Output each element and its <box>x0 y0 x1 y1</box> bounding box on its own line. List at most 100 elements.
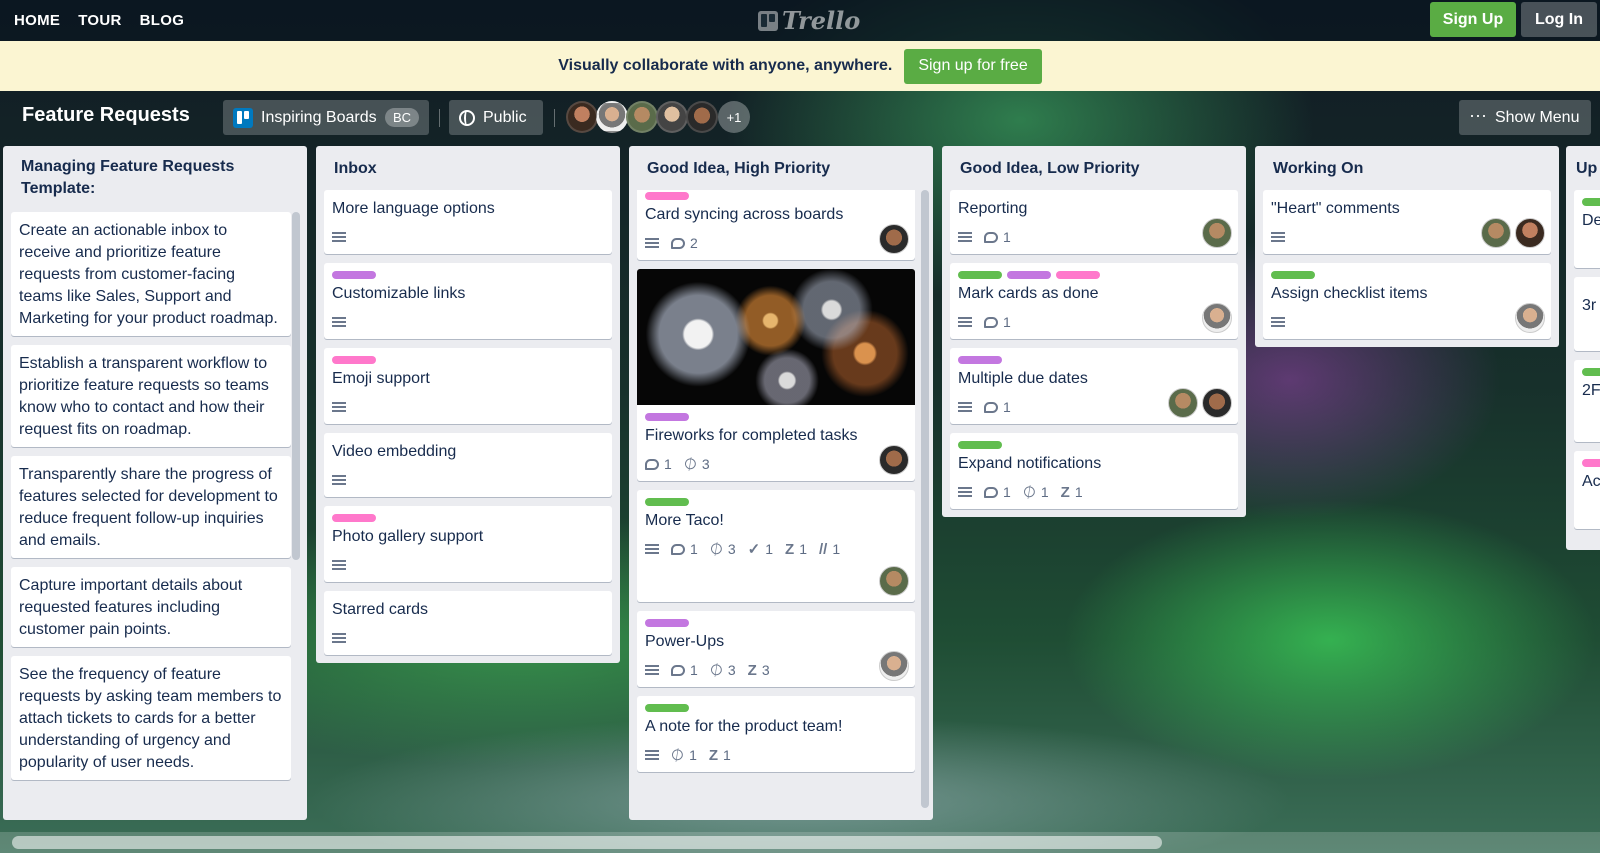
purple-label[interactable] <box>958 356 1002 364</box>
card[interactable]: Fireworks for completed tasks 1 ∅ 3 <box>637 269 915 481</box>
board-title[interactable]: Feature Requests <box>22 104 190 127</box>
pink-label[interactable] <box>1582 459 1600 467</box>
green-label[interactable] <box>1271 271 1315 279</box>
board-horizontal-scrollbar[interactable] <box>12 836 1162 849</box>
card[interactable]: Photo gallery support <box>324 506 612 582</box>
card[interactable]: Card syncing across boards 2 <box>637 190 915 260</box>
card[interactable]: De <box>1574 190 1600 268</box>
guide-card[interactable]: Transparently share the progress of feat… <box>11 456 291 558</box>
member-avatar[interactable] <box>626 101 658 133</box>
card[interactable]: More Taco! 1 ∅ 3 ✓ 1 Z1 //1 <box>637 490 915 602</box>
member-avatar[interactable] <box>1515 218 1545 248</box>
card[interactable]: Assign checklist items <box>1263 263 1551 339</box>
card[interactable]: "Heart" comments <box>1263 190 1551 254</box>
login-button[interactable]: Log In <box>1521 2 1597 37</box>
member-avatar[interactable] <box>1202 388 1232 418</box>
card[interactable]: Multiple due dates 1 <box>950 348 1238 424</box>
green-label[interactable] <box>645 498 689 506</box>
list-title[interactable]: Up <box>1574 146 1600 190</box>
signup-button[interactable]: Sign Up <box>1430 2 1516 37</box>
card-members <box>879 566 909 596</box>
card[interactable]: Customizable links <box>324 263 612 339</box>
green-label[interactable] <box>958 441 1002 449</box>
signup-free-button[interactable]: Sign up for free <box>904 48 1042 84</box>
show-menu-button[interactable]: ··· Show Menu <box>1459 100 1591 135</box>
pink-label[interactable] <box>332 514 376 522</box>
card[interactable]: Reporting 1 <box>950 190 1238 254</box>
card-members <box>1202 218 1232 248</box>
member-avatar[interactable] <box>879 566 909 596</box>
card-labels <box>645 498 907 506</box>
member-avatar[interactable] <box>879 224 909 254</box>
member-avatar[interactable] <box>1168 388 1198 418</box>
card[interactable]: Power-Ups 1 ∅ 3 Z3 <box>637 611 915 687</box>
visibility-button[interactable]: Public <box>449 100 543 135</box>
trello-logo[interactable]: Trello <box>758 6 860 35</box>
list-scrollbar[interactable] <box>292 212 300 560</box>
board-members: +1 <box>566 101 750 133</box>
green-label[interactable] <box>958 271 1002 279</box>
card-title: Customizable links <box>332 285 466 302</box>
purple-label[interactable] <box>645 413 689 421</box>
member-avatar[interactable] <box>686 101 718 133</box>
card-title: 3r <box>1582 297 1597 314</box>
paperclip-icon: ∅ <box>706 538 727 561</box>
member-avatar[interactable] <box>1202 303 1232 333</box>
header-divider <box>439 109 440 127</box>
card-labels <box>645 413 907 421</box>
card[interactable]: More language options <box>324 190 612 254</box>
card[interactable]: Starred cards <box>324 591 612 655</box>
more-members-count[interactable]: +1 <box>718 101 750 133</box>
guide-card[interactable]: Capture important details about requeste… <box>11 567 291 647</box>
member-avatar[interactable] <box>566 101 598 133</box>
pink-label[interactable] <box>332 356 376 364</box>
team-boards-button[interactable]: Inspiring Boards BC <box>223 100 429 135</box>
green-label[interactable] <box>645 704 689 712</box>
list-title[interactable]: Managing Feature Requests Template: <box>11 146 299 208</box>
card[interactable]: Ac <box>1574 451 1600 529</box>
green-label[interactable] <box>1582 198 1600 206</box>
guide-card[interactable]: See the frequency of feature requests by… <box>11 656 291 780</box>
card[interactable]: A note for the product team! ∅ 1 Z1 <box>637 696 915 772</box>
member-avatar[interactable] <box>656 101 688 133</box>
card-labels <box>645 704 907 712</box>
card[interactable]: 3r <box>1574 277 1600 351</box>
purple-label[interactable] <box>332 271 376 279</box>
pink-label[interactable] <box>1056 271 1100 279</box>
list-title[interactable]: Inbox <box>324 146 612 190</box>
card[interactable]: Emoji support <box>324 348 612 424</box>
comment-icon <box>984 316 998 328</box>
member-avatar[interactable] <box>596 101 628 133</box>
card-badges: 1 ∅ 1 Z1 <box>958 481 1230 503</box>
member-avatar[interactable] <box>1481 218 1511 248</box>
powerup-badge: //1 <box>819 541 840 558</box>
card[interactable]: Mark cards as done 1 <box>950 263 1238 339</box>
list-scrollbar[interactable] <box>921 190 929 808</box>
purple-label[interactable] <box>1007 271 1051 279</box>
pink-label[interactable] <box>645 192 689 200</box>
list-title[interactable]: Working On <box>1263 146 1551 190</box>
member-avatar[interactable] <box>1515 303 1545 333</box>
guide-card[interactable]: Establish a transparent workflow to prio… <box>11 345 291 447</box>
nav-blog-link[interactable]: BLOG <box>140 12 185 29</box>
nav-home-link[interactable]: HOME <box>14 12 60 29</box>
card-title: "Heart" comments <box>1271 200 1400 217</box>
list-title[interactable]: Good Idea, Low Priority <box>950 146 1238 190</box>
guide-card[interactable]: Create an actionable inbox to receive an… <box>11 212 291 336</box>
comment-count: 1 <box>664 456 672 472</box>
card[interactable]: Expand notifications 1 ∅ 1 Z1 <box>950 433 1238 509</box>
list-title[interactable]: Good Idea, High Priority <box>637 146 925 190</box>
card-title: See the frequency of feature requests by… <box>19 666 282 771</box>
card[interactable]: Video embedding <box>324 433 612 497</box>
description-icon <box>958 232 972 242</box>
description-icon <box>332 317 346 327</box>
zendesk-badge: Z1 <box>709 747 731 764</box>
nav-tour-link[interactable]: TOUR <box>78 12 121 29</box>
card[interactable]: 2F <box>1574 360 1600 442</box>
purple-label[interactable] <box>645 619 689 627</box>
green-label[interactable] <box>1582 368 1600 376</box>
description-icon <box>645 238 659 248</box>
member-avatar[interactable] <box>879 445 909 475</box>
member-avatar[interactable] <box>1202 218 1232 248</box>
member-avatar[interactable] <box>879 651 909 681</box>
